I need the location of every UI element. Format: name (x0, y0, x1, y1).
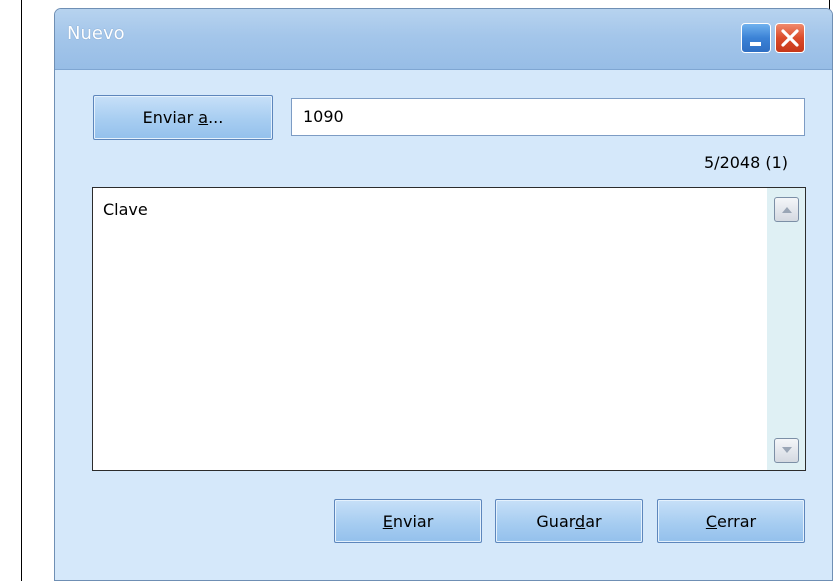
send-button[interactable]: Enviar (334, 499, 482, 543)
window-title: Nuevo (67, 23, 125, 44)
minimize-icon (750, 42, 761, 46)
send-label: Enviar (382, 511, 434, 531)
arrow-up-icon (782, 207, 792, 213)
scroll-down-button[interactable] (774, 438, 799, 463)
close-label: Cerrar (705, 511, 757, 531)
minimize-button[interactable] (741, 23, 771, 53)
recipient-input[interactable]: 1090 (291, 98, 805, 136)
dialog-window: Nuevo Enviar a... 1090 5/2048 (1) Clave (54, 8, 833, 581)
close-icon (781, 29, 799, 47)
close-button[interactable]: Cerrar (657, 499, 805, 543)
message-textarea[interactable]: Clave (92, 187, 806, 471)
send-to-label: Enviar a... (142, 108, 224, 127)
save-button[interactable]: Guardar (495, 499, 643, 543)
vertical-scrollbar[interactable] (767, 188, 805, 470)
character-counter: 5/2048 (1) (704, 153, 789, 172)
message-body: Clave (103, 200, 148, 219)
scroll-up-button[interactable] (774, 197, 799, 222)
left-border-line (21, 0, 22, 581)
recipient-value: 1090 (303, 107, 344, 126)
arrow-down-icon (782, 447, 792, 453)
save-label: Guardar (536, 511, 602, 531)
close-window-button[interactable] (775, 23, 805, 53)
send-to-button[interactable]: Enviar a... (93, 95, 273, 140)
title-bar[interactable]: Nuevo (55, 9, 832, 70)
